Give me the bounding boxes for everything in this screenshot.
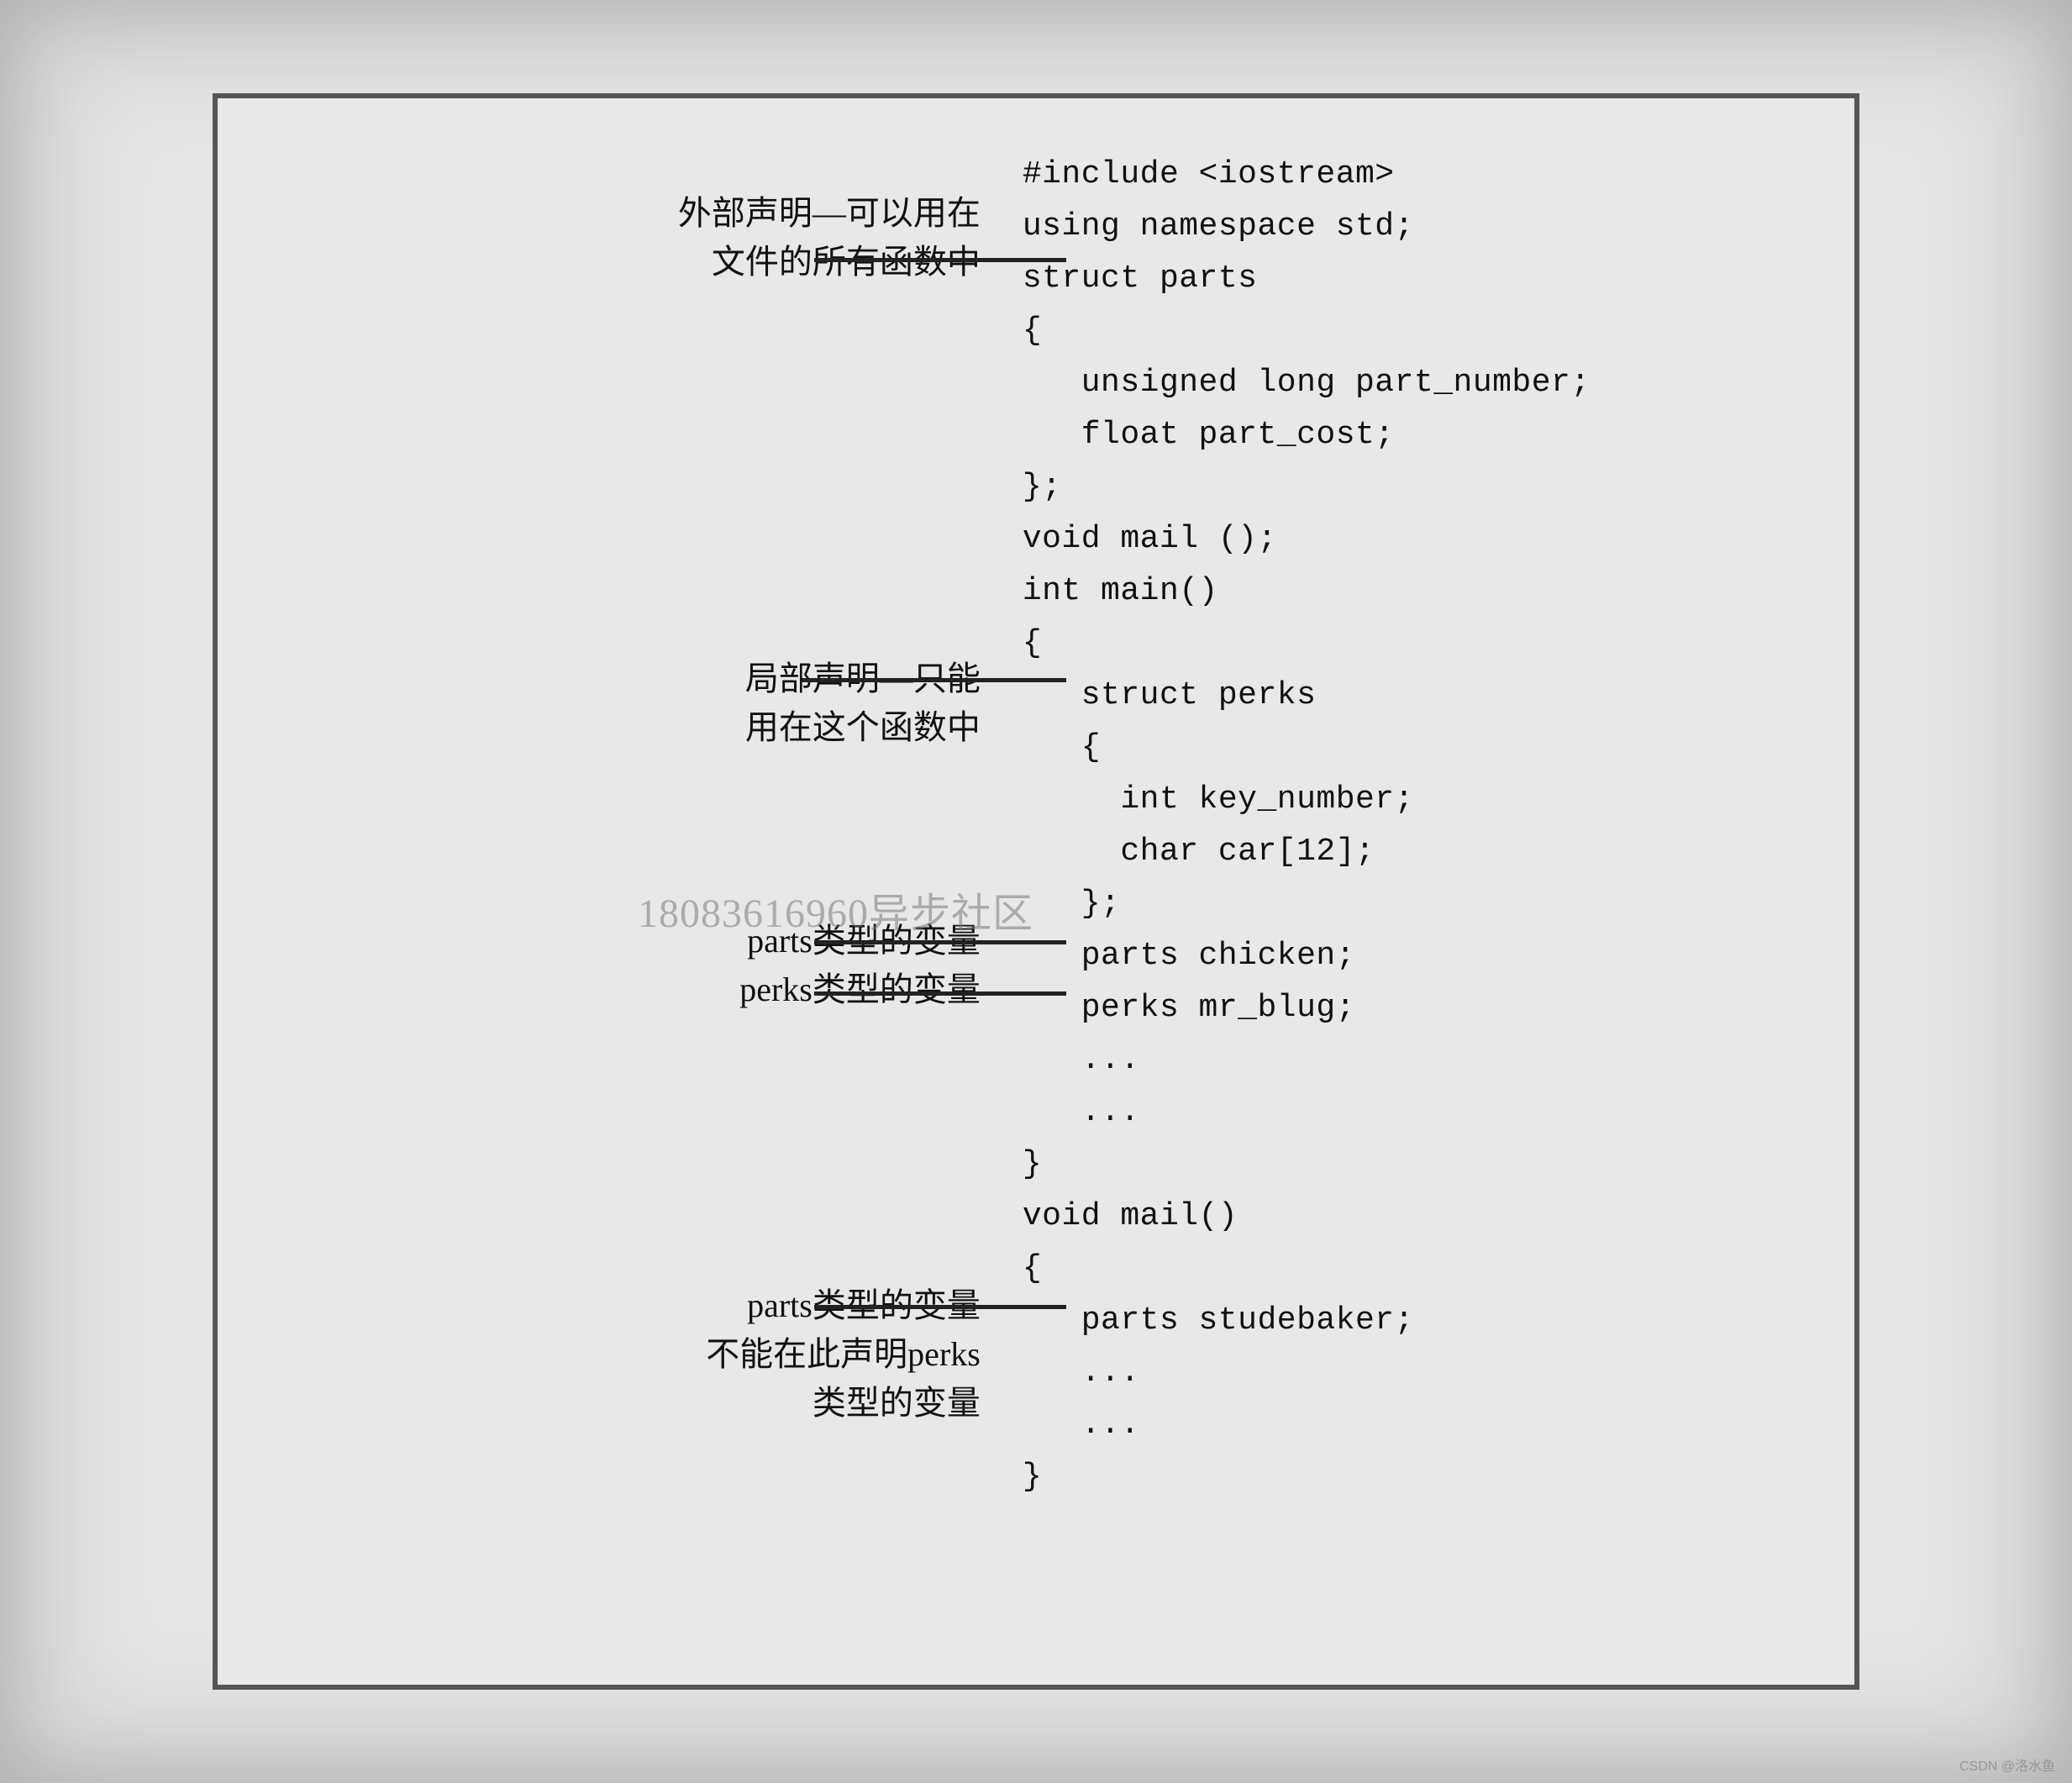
code-line: void mail() xyxy=(1023,1198,1238,1234)
code-column: #include <iostream> using namespace std;… xyxy=(1006,149,1796,1634)
connector-line xyxy=(814,258,1066,262)
code-line: { xyxy=(1023,625,1042,661)
code-line: struct perks xyxy=(1023,677,1317,713)
annotation-local-decl: 局部声明—只能 用在这个函数中 xyxy=(745,655,981,752)
code-line: { xyxy=(1023,1250,1042,1286)
annotation-parts-no-perks: parts类型的变量 不能在此声明perks 类型的变量 xyxy=(706,1281,981,1428)
code-line: char car[12]; xyxy=(1023,834,1375,870)
code-line: float part_cost; xyxy=(1023,417,1395,453)
code-line: } xyxy=(1023,1459,1042,1495)
code-line: ... xyxy=(1023,1407,1140,1443)
annotation-text: 不能在此声明perks xyxy=(706,1330,981,1379)
code-line: ... xyxy=(1023,1042,1140,1078)
page-shadow-frame: 外部声明—可以用在 文件的所有函数中 局部声明—只能 用在这个函数中 parts… xyxy=(0,0,2072,1783)
connector-line xyxy=(814,1305,1066,1309)
code-line: ... xyxy=(1023,1354,1140,1391)
code-line: } xyxy=(1023,1146,1042,1182)
code-line: ... xyxy=(1023,1094,1140,1130)
code-line: }; xyxy=(1023,886,1121,922)
annotation-text: 类型的变量 xyxy=(706,1379,981,1428)
annotation-external-decl: 外部声明—可以用在 文件的所有函数中 xyxy=(678,189,981,287)
code-line: unsigned long part_number; xyxy=(1023,365,1591,401)
code-block: #include <iostream> using namespace std;… xyxy=(1023,149,1796,1503)
code-line: void mail (); xyxy=(1023,521,1277,557)
connector-line xyxy=(802,678,1066,682)
annotations-column: 外部声明—可以用在 文件的所有函数中 局部声明—只能 用在这个函数中 parts… xyxy=(276,149,1006,1634)
code-line: #include <iostream> xyxy=(1023,156,1395,192)
code-line: int key_number; xyxy=(1023,781,1414,818)
annotation-text: perks类型的变量 xyxy=(739,965,981,1014)
code-line: int main() xyxy=(1023,573,1218,609)
source-watermark: CSDN @洛水鱼 xyxy=(1959,1754,2055,1775)
code-line: parts chicken; xyxy=(1023,938,1355,974)
code-line: struct parts xyxy=(1023,260,1258,297)
figure-content: 外部声明—可以用在 文件的所有函数中 局部声明—只能 用在这个函数中 parts… xyxy=(276,149,1796,1634)
code-line: { xyxy=(1023,313,1042,349)
figure-panel: 外部声明—可以用在 文件的所有函数中 局部声明—只能 用在这个函数中 parts… xyxy=(213,93,1859,1690)
annotation-text: 外部声明—可以用在 xyxy=(678,189,981,238)
code-line: { xyxy=(1023,729,1101,765)
connector-line xyxy=(814,940,1066,944)
annotation-text: 文件的所有函数中 xyxy=(678,238,981,287)
annotation-parts-perks-vars: parts类型的变量 perks类型的变量 xyxy=(739,917,981,1014)
code-line: using namespace std; xyxy=(1023,208,1414,245)
code-line: perks mr_blug; xyxy=(1023,990,1355,1026)
code-line: }; xyxy=(1023,469,1062,505)
code-line: parts studebaker; xyxy=(1023,1302,1414,1339)
annotation-text: 用在这个函数中 xyxy=(745,703,981,752)
connector-line xyxy=(814,991,1066,996)
